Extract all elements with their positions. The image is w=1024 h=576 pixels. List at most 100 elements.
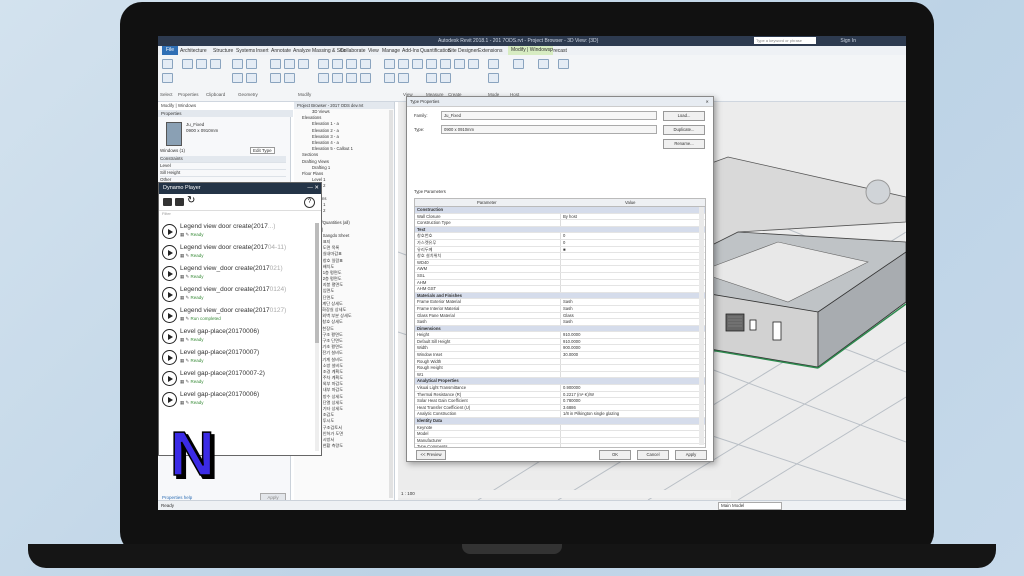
parameter-row[interactable]: 가스켓유무 0 [415,239,705,247]
active-workset[interactable]: Main Model [718,502,782,510]
parameter-group-row[interactable]: Dimensions [415,325,705,333]
parameter-row[interactable]: Window Inset 30.0000 [415,352,705,359]
ribbon-tool-icon[interactable] [384,59,395,69]
ribbon-tool-icon[interactable] [232,59,243,69]
ribbon-tool-icon[interactable] [232,73,243,83]
ribbon-tab-site-designer[interactable]: Site Designer [448,48,478,54]
parameter-value-cell[interactable] [560,299,695,305]
parameter-value-cell[interactable] [560,424,695,431]
parameter-row[interactable]: SSL [415,272,705,280]
parameter-row[interactable]: Solar Heat Gain Coefficient 0.780000 [415,398,705,405]
parameter-group-row[interactable]: Identity Data [415,418,705,425]
parameter-group-row[interactable]: Analytical Properties [415,378,705,386]
refresh-icon[interactable]: ↻ [187,195,195,206]
ribbon-tool-icon[interactable] [210,59,221,69]
ribbon-tool-icon[interactable] [284,73,295,83]
parameter-value-cell[interactable] [560,253,695,259]
parameter-row[interactable]: Frame Interior Material Sash [415,305,705,313]
parameter-group-row[interactable]: Materials and Finishes [415,292,705,300]
ribbon-tool-icon[interactable] [246,59,257,69]
parameter-value-cell[interactable] [560,358,695,365]
parameter-row[interactable]: 창호번호 0 [415,233,705,240]
ribbon-tab-precast[interactable]: Precast [550,48,567,54]
script-list-scrollbar[interactable] [315,223,319,451]
ribbon-tool-icon[interactable] [513,59,524,69]
ribbon-tool-icon[interactable] [412,59,423,69]
folder-icon[interactable] [163,198,172,206]
ribbon-tool-icon[interactable] [196,59,207,69]
ribbon-tool-icon[interactable] [360,73,371,83]
parameter-value-cell[interactable] [560,365,695,371]
parameter-row[interactable]: 창호 설치위치 [415,253,705,260]
parameter-value-cell[interactable] [560,272,695,279]
parameter-row[interactable]: Wall Closure By host [415,213,705,221]
property-row[interactable]: Level [160,163,286,170]
ribbon-tab-systems[interactable]: Systems [236,48,255,54]
type-selector[interactable]: Ju_Fixed 0900 x 0910mm [186,122,218,134]
play-icon[interactable] [162,350,177,365]
parameter-value-cell[interactable] [560,259,695,266]
parameter-value-cell[interactable] [560,286,695,292]
ribbon-tool-icon[interactable] [558,59,569,69]
play-icon[interactable] [162,287,177,302]
ribbon-tab-file[interactable]: File [162,46,179,55]
parameter-value-cell[interactable] [560,437,695,444]
sign-in-link[interactable]: Sign In [840,38,856,44]
ribbon-tool-icon[interactable] [346,73,357,83]
ribbon-tool-icon[interactable] [440,59,451,69]
ribbon-tool-icon[interactable] [488,73,499,83]
ribbon-tool-icon[interactable] [332,59,343,69]
parameter-row[interactable]: Thermal Resistance (R) 0.2217 (m²·K)/W [415,391,705,399]
parameter-row[interactable]: Width 900.0000 [415,345,705,353]
ribbon-tool-icon[interactable] [360,59,371,69]
parameter-row[interactable]: Sash Sash [415,319,705,326]
ribbon-tab-structure[interactable]: Structure [213,48,233,54]
ribbon-tool-icon[interactable] [182,59,193,69]
load-button[interactable]: Load... [663,111,705,121]
parameter-row[interactable]: Height 910.0000 [415,332,705,339]
parameter-value-cell[interactable] [560,266,695,272]
parameter-row[interactable]: Frame Exterior Material Sash [415,299,705,306]
play-icon[interactable] [162,329,177,344]
search-input[interactable]: Type a keyword or phrase [754,37,816,44]
ribbon-tab-modify-windows[interactable]: Modify | Windows [508,46,554,55]
ribbon-tool-icon[interactable] [346,59,357,69]
ribbon-tool-icon[interactable] [468,59,479,69]
ribbon-tab-quantification[interactable]: Quantification [420,48,451,54]
rename-button[interactable]: Rename... [663,139,705,149]
ribbon-tool-icon[interactable] [384,73,395,83]
parameter-row[interactable]: Rough Width [415,358,705,366]
ribbon-tab-insert[interactable]: Insert [256,48,269,54]
ribbon-tab-collaborate[interactable]: Collaborate [340,48,366,54]
parameter-row[interactable]: Analytic Construction 1/8 in Pilkington s… [415,411,705,418]
play-icon[interactable] [162,245,177,260]
ribbon-tool-icon[interactable] [162,73,173,83]
parameter-row[interactable]: AHM [415,279,705,287]
play-icon[interactable] [162,266,177,281]
play-icon[interactable] [162,224,177,239]
table-scrollbar[interactable] [699,207,704,445]
ribbon-tool-icon[interactable] [440,73,451,83]
ribbon-tool-icon[interactable] [454,59,465,69]
parameter-row[interactable]: WD40 [415,259,705,267]
ribbon-tool-icon[interactable] [298,59,309,69]
parameter-value-cell[interactable] [560,312,695,319]
ribbon-tool-icon[interactable] [318,59,329,69]
parameter-row[interactable]: AHM GST [415,286,705,293]
script-item[interactable]: Legend view_door create(20170124) ▦ ✎ Rea… [159,284,321,305]
ribbon-tool-icon[interactable] [398,59,409,69]
ribbon-tab-analyze[interactable]: Analyze [293,48,311,54]
parameter-value-cell[interactable] [560,352,695,358]
parameter-row[interactable]: Type Comments [415,444,705,447]
parameter-group-row[interactable]: Text [415,226,705,234]
family-select[interactable]: Ju_Fixed [441,111,657,120]
ribbon-tab-manage[interactable]: Manage [382,48,400,54]
script-item[interactable]: Legend view_door create(2017021) ▦ ✎ Read… [159,263,321,284]
ribbon-tab-view[interactable]: View [368,48,379,54]
view-scale[interactable]: 1 : 100 [401,491,415,496]
parameter-row[interactable]: AWM [415,266,705,273]
parameter-value-cell[interactable] [560,233,695,239]
parameter-value-cell[interactable] [560,431,695,437]
parameter-row[interactable]: Default Sill Height 910.0000 [415,338,705,346]
parameter-value-cell[interactable] [560,319,695,325]
